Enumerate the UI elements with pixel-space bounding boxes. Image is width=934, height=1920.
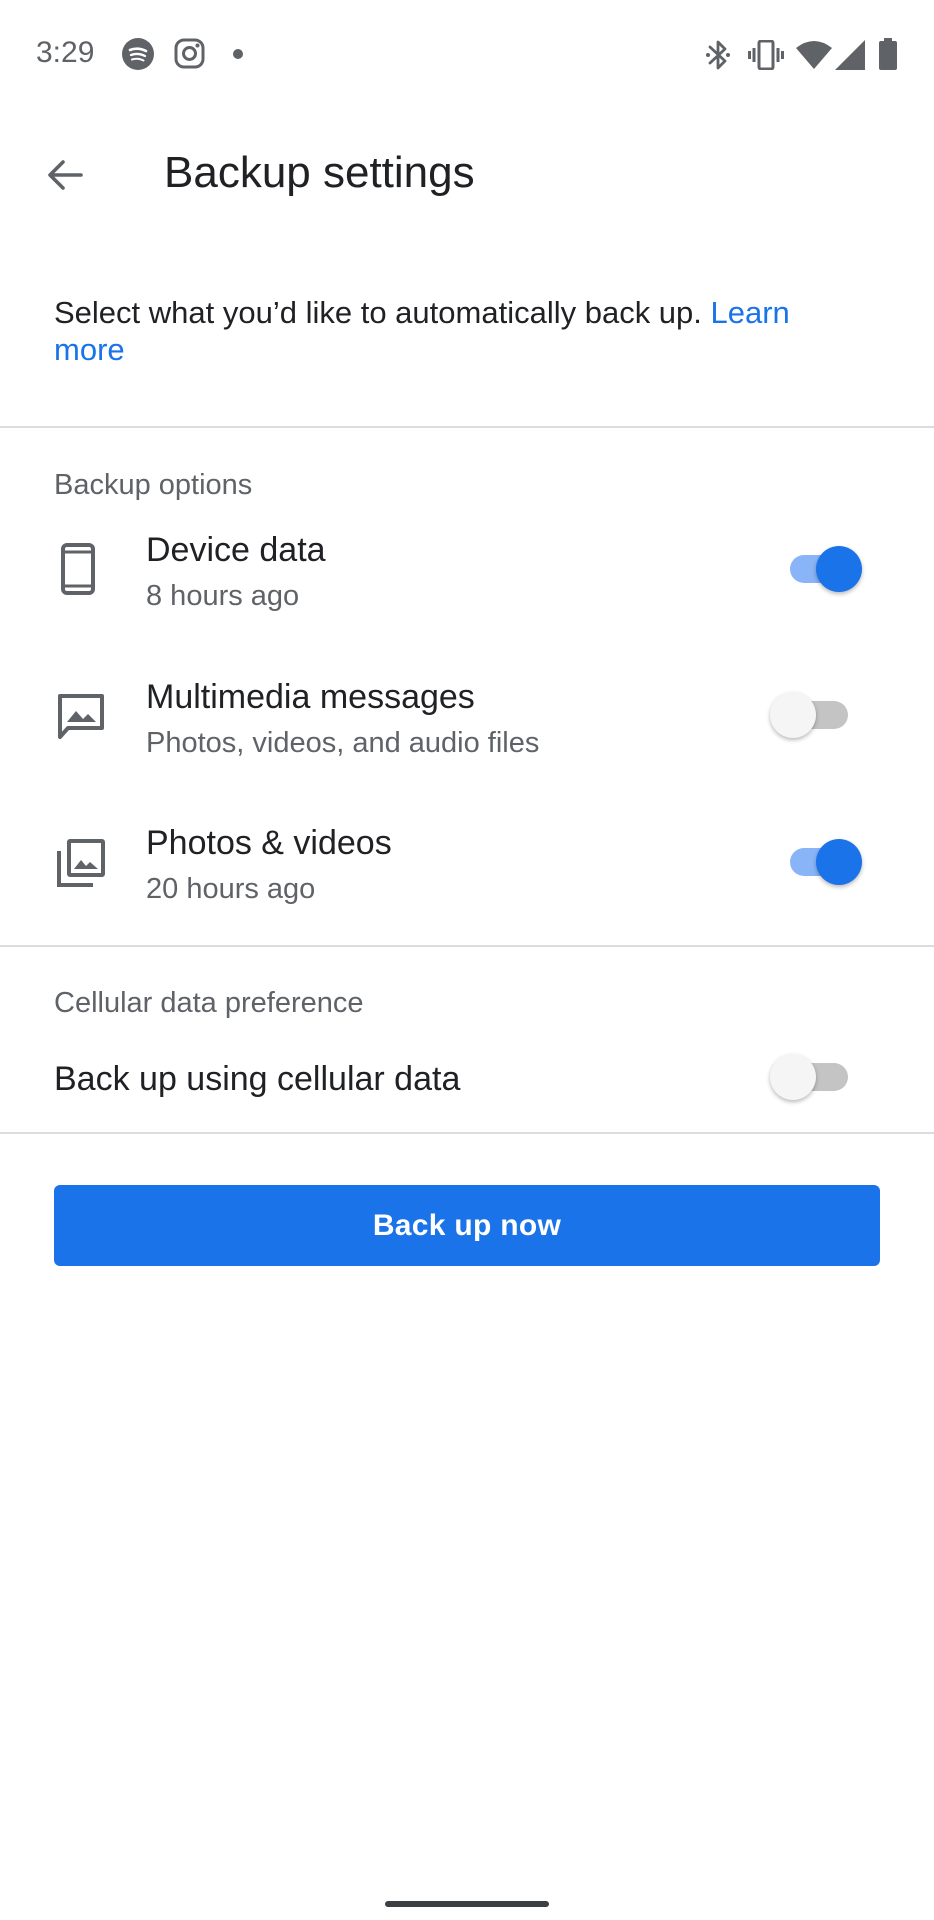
multimedia-messages-toggle[interactable] (770, 687, 860, 743)
gesture-nav-handle[interactable] (385, 1901, 549, 1907)
device-data-toggle[interactable] (776, 541, 866, 597)
intro-description: Select what you’d like to automatically … (54, 295, 711, 330)
divider (0, 1132, 934, 1134)
row-subtitle: 8 hours ago (146, 580, 300, 612)
cellular-data-label: Back up using cellular data (54, 1060, 461, 1098)
back-up-now-button[interactable]: Back up now (54, 1185, 880, 1266)
vibrate-icon (748, 40, 784, 70)
instagram-icon (174, 38, 205, 69)
phone-icon (61, 543, 95, 595)
row-subtitle: Photos, videos, and audio files (146, 727, 540, 759)
toggle-thumb (816, 839, 862, 885)
mms-icon (58, 694, 104, 739)
row-subtitle: 20 hours ago (146, 873, 316, 905)
intro-text: Select what you’d like to automatically … (54, 294, 854, 368)
cellular-signal-icon (835, 40, 865, 70)
toggle-thumb (770, 1054, 816, 1100)
wifi-icon (796, 41, 832, 69)
back-button[interactable] (30, 140, 100, 210)
divider (0, 426, 934, 428)
row-title: Photos & videos (146, 824, 392, 862)
toggle-thumb (770, 692, 816, 738)
row-title: Device data (146, 531, 326, 569)
backup-options-header: Backup options (54, 469, 253, 501)
photo-library-icon (57, 839, 105, 887)
toggle-thumb (816, 546, 862, 592)
row-title: Multimedia messages (146, 678, 475, 716)
cellular-header: Cellular data preference (54, 987, 364, 1019)
divider (0, 945, 934, 947)
notification-dot-icon (233, 49, 243, 59)
battery-icon (879, 38, 897, 70)
page-title: Backup settings (164, 148, 475, 197)
photos-videos-toggle[interactable] (776, 834, 866, 890)
arrow-back-icon (48, 160, 83, 190)
bluetooth-icon (706, 40, 730, 70)
status-bar: 3:29 (0, 0, 934, 110)
status-time: 3:29 (36, 36, 95, 69)
cellular-data-toggle[interactable] (770, 1049, 860, 1105)
spotify-icon (122, 38, 154, 70)
